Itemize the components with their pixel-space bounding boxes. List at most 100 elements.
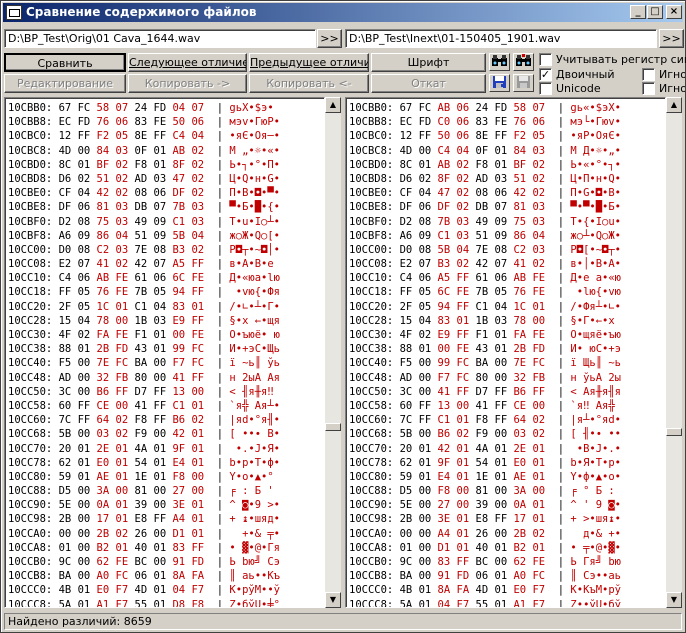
hex-byte[interactable]: 00	[419, 428, 432, 440]
hex-byte[interactable]: 01	[78, 471, 91, 483]
hex-byte[interactable]: 01	[116, 443, 129, 455]
hex-byte[interactable]: 4A	[476, 443, 489, 455]
hex-byte[interactable]: 26	[135, 528, 148, 540]
hex-byte[interactable]: 01	[78, 457, 91, 469]
hex-byte[interactable]: F9	[135, 428, 148, 440]
hex-byte[interactable]: B3	[172, 244, 185, 256]
hex-byte[interactable]: 42	[476, 258, 489, 270]
hex-byte[interactable]: 00	[78, 357, 91, 369]
hex-byte[interactable]: 04	[419, 187, 432, 199]
hex-byte[interactable]: F2	[97, 130, 110, 142]
hex-byte[interactable]: 76	[97, 286, 110, 298]
hex-byte[interactable]: B3	[438, 258, 451, 270]
hex-byte[interactable]: 06	[457, 130, 470, 142]
hex-byte[interactable]: BA	[400, 570, 413, 582]
hex-byte[interactable]: 5B	[59, 428, 72, 440]
hex-byte[interactable]: 17	[513, 513, 526, 525]
hex-byte[interactable]: 0F	[135, 145, 148, 157]
hex-byte[interactable]: 03	[154, 315, 167, 327]
hex-byte[interactable]: 07	[419, 258, 432, 270]
hex-byte[interactable]: 4F	[400, 329, 413, 341]
hex-byte[interactable]: 00	[400, 528, 413, 540]
hex-byte[interactable]: 00	[78, 386, 91, 398]
hex-byte[interactable]: F7	[532, 599, 545, 607]
hex-byte[interactable]: 8C	[59, 159, 72, 171]
hex-byte[interactable]: 2E	[513, 443, 526, 455]
rollback-button[interactable]: Откат	[371, 74, 486, 93]
hex-byte[interactable]: 01	[495, 457, 508, 469]
hex-byte[interactable]: 3C	[400, 386, 413, 398]
hex-byte[interactable]: 01	[191, 528, 204, 540]
hex-byte[interactable]: 01	[78, 343, 91, 355]
hex-byte[interactable]: 02	[191, 159, 204, 171]
hex-byte[interactable]: FF	[457, 272, 470, 284]
hex-byte[interactable]: A6	[59, 230, 72, 242]
hex-byte[interactable]: 02	[532, 258, 545, 270]
hex-byte[interactable]: C1	[438, 230, 451, 242]
hex-byte[interactable]: 08	[135, 187, 148, 199]
hex-byte[interactable]: 00	[191, 471, 204, 483]
binary-checkbox[interactable]: ✓	[539, 68, 552, 81]
hex-byte[interactable]: FF	[191, 315, 204, 327]
hex-byte[interactable]: 84	[513, 145, 526, 157]
hex-byte[interactable]: 01	[532, 443, 545, 455]
hex-byte[interactable]: 02	[116, 159, 129, 171]
hex-byte[interactable]: 01	[495, 542, 508, 554]
hex-byte[interactable]: 1C	[97, 301, 110, 313]
hex-byte[interactable]: 03	[532, 216, 545, 228]
hex-byte[interactable]: 01	[457, 414, 470, 426]
hex-byte[interactable]: AD	[59, 372, 72, 384]
binoculars-icon[interactable]	[489, 53, 510, 71]
left-hex-pane[interactable]: 10CBB0: 67 FC 58 07 24 FD 04 07 | gьX•$э…	[4, 97, 325, 608]
hex-byte[interactable]: FE	[532, 286, 545, 298]
hex-byte[interactable]: FF	[419, 414, 432, 426]
hex-byte[interactable]: 00	[457, 400, 470, 412]
hex-byte[interactable]: 1E	[135, 471, 148, 483]
hex-byte[interactable]: 7C	[400, 414, 413, 426]
hex-byte[interactable]: 7C	[59, 414, 72, 426]
hex-byte[interactable]: 86	[513, 230, 526, 242]
hex-byte[interactable]: 04	[191, 130, 204, 142]
hex-byte[interactable]: 41	[172, 372, 185, 384]
next-diff-button[interactable]: Следующее отличие	[128, 53, 247, 72]
hex-byte[interactable]: 00	[419, 513, 432, 525]
hex-byte[interactable]: 03	[116, 244, 129, 256]
hex-byte[interactable]: FF	[154, 400, 167, 412]
hex-byte[interactable]: 00	[419, 556, 432, 568]
hex-byte[interactable]: AD	[135, 173, 148, 185]
hex-byte[interactable]: FC	[457, 372, 470, 384]
hex-byte[interactable]: FC	[116, 570, 129, 582]
hex-byte[interactable]: 02	[532, 159, 545, 171]
hex-byte[interactable]: 51	[476, 230, 489, 242]
left-file-path[interactable]: D:\BP_Test\Orig\01 Cava_1644.wav	[4, 29, 316, 48]
hex-byte[interactable]: 02	[191, 145, 204, 157]
hex-byte[interactable]: 02	[532, 528, 545, 540]
hex-byte[interactable]: 00	[457, 485, 470, 497]
hex-byte[interactable]: 13	[438, 400, 451, 412]
hex-byte[interactable]: FF	[400, 286, 413, 298]
hex-byte[interactable]: 00	[154, 499, 167, 511]
hex-byte[interactable]: FF	[191, 258, 204, 270]
hex-byte[interactable]: FD	[191, 556, 204, 568]
hex-byte[interactable]: C1	[172, 400, 185, 412]
hex-byte[interactable]: 83	[476, 116, 489, 128]
case-sensitive-checkbox[interactable]	[539, 53, 552, 66]
hex-byte[interactable]: AB	[438, 159, 451, 171]
hex-byte[interactable]: 83	[438, 315, 451, 327]
hex-byte[interactable]: 1B	[135, 315, 148, 327]
hex-byte[interactable]: BC	[476, 556, 489, 568]
hex-byte[interactable]: 01	[116, 499, 129, 511]
hex-byte[interactable]: 59	[400, 471, 413, 483]
hex-byte[interactable]: 00	[154, 357, 167, 369]
hex-byte[interactable]: 01	[400, 542, 413, 554]
hex-byte[interactable]: 01	[532, 499, 545, 511]
right-scroll-thumb[interactable]	[666, 428, 682, 436]
hex-byte[interactable]: 42	[97, 187, 110, 199]
hex-byte[interactable]: 01	[154, 471, 167, 483]
hex-byte[interactable]: BA	[135, 357, 148, 369]
hex-byte[interactable]: F5	[400, 357, 413, 369]
hex-byte[interactable]: C4	[400, 272, 413, 284]
hex-byte[interactable]: 01	[154, 599, 167, 607]
hex-byte[interactable]: 01	[191, 428, 204, 440]
hex-byte[interactable]: 03	[495, 173, 508, 185]
